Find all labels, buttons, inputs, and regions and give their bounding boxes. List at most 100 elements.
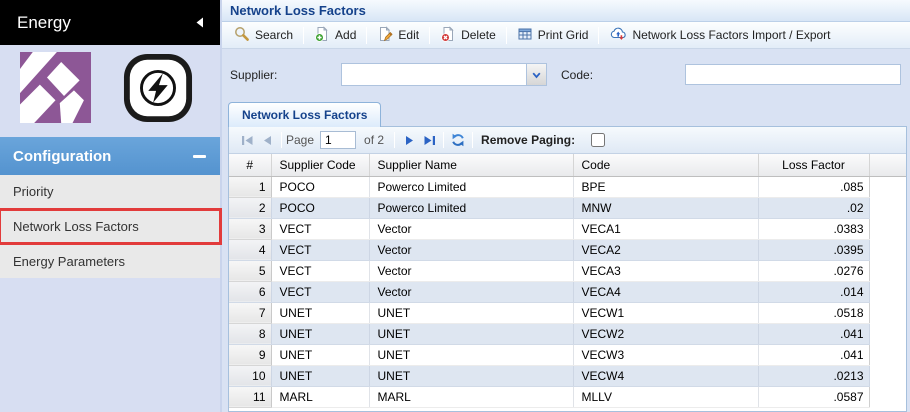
cell-filler xyxy=(869,218,906,239)
cell-code: VECW3 xyxy=(573,344,759,366)
delete-button[interactable]: Delete xyxy=(432,24,504,47)
cell-loss-factor: .041 xyxy=(758,344,870,366)
page-number-input[interactable] xyxy=(320,131,357,149)
next-page-button[interactable] xyxy=(399,130,419,150)
collapse-left-icon[interactable] xyxy=(195,13,204,33)
table-row[interactable]: 11 MARL MARL MLLV .0587 xyxy=(229,386,906,408)
column-header-supplier-code[interactable]: Supplier Code xyxy=(271,154,370,177)
cell-filler xyxy=(869,260,906,281)
sidebar-item-network-loss-factors[interactable]: Network Loss Factors xyxy=(0,208,222,245)
first-page-button[interactable] xyxy=(237,130,257,150)
add-button[interactable]: Add xyxy=(306,24,364,47)
import-export-button[interactable]: Network Loss Factors Import / Export xyxy=(601,24,838,46)
import-export-cloud-icon xyxy=(609,26,627,44)
combo-dropdown-button[interactable] xyxy=(526,64,546,85)
cell-supplier-code: UNET xyxy=(271,344,370,366)
cell-code: VECW1 xyxy=(573,302,759,324)
previous-page-button[interactable] xyxy=(257,130,277,150)
column-header-number[interactable]: # xyxy=(229,154,272,177)
cell-row-number: 2 xyxy=(229,197,272,219)
column-header-loss-factor[interactable]: Loss Factor xyxy=(758,154,870,177)
sidebar-item-priority[interactable]: Priority xyxy=(0,175,220,208)
table-row[interactable]: 5 VECT Vector VECA3.0276 xyxy=(229,260,906,282)
page-label: Page xyxy=(286,133,315,147)
cell-supplier-code: POCO xyxy=(271,176,370,198)
toolbar-separator xyxy=(429,26,431,44)
cell-filler xyxy=(869,239,906,260)
remove-paging-label: Remove Paging: xyxy=(481,133,576,147)
cell-supplier-code: VECT xyxy=(271,239,370,261)
cell-row-number: 3 xyxy=(229,218,272,240)
collapse-minus-icon[interactable] xyxy=(193,154,206,158)
cell-supplier-name: UNET xyxy=(369,365,574,387)
cell-row-number: 4 xyxy=(229,239,272,261)
filter-row: Supplier: Code: xyxy=(222,49,910,100)
cell-supplier-name: Vector xyxy=(369,239,574,261)
toolbar-separator xyxy=(303,26,305,44)
energy-app-logo-icon xyxy=(16,52,95,126)
cell-loss-factor: .041 xyxy=(758,323,870,345)
cell-row-number: 9 xyxy=(229,344,272,366)
sidebar-header: Energy xyxy=(0,0,220,45)
cell-loss-factor: .0395 xyxy=(758,239,870,261)
refresh-icon[interactable] xyxy=(448,130,468,150)
cell-loss-factor: .0587 xyxy=(758,386,870,408)
tab-network-loss-factors[interactable]: Network Loss Factors xyxy=(228,102,382,127)
configuration-label: Configuration xyxy=(13,147,112,165)
table-row[interactable]: 6 VECT Vector VECA4.014 xyxy=(229,281,906,303)
cell-supplier-name: MARL xyxy=(369,386,574,408)
cell-supplier-code: POCO xyxy=(271,197,370,219)
table-row[interactable]: 10 UNET UNET VECW4.0213 xyxy=(229,365,906,387)
cell-code: VECW2 xyxy=(573,323,759,345)
supplier-combobox-value[interactable] xyxy=(342,64,526,85)
cell-code: VECW4 xyxy=(573,365,759,387)
cell-code: MLLV xyxy=(573,386,759,408)
supplier-combobox[interactable] xyxy=(341,63,547,86)
cell-filler xyxy=(869,281,906,302)
table-row[interactable]: 3 VECT Vector VECA1.0383 xyxy=(229,218,906,240)
cell-supplier-name: Vector xyxy=(369,281,574,303)
table-row[interactable]: 2 POCO Powerco Limited MNW .02 xyxy=(229,197,906,219)
cell-supplier-name: UNET xyxy=(369,302,574,324)
sidebar-item-energy-parameters[interactable]: Energy Parameters xyxy=(0,245,220,278)
table-row[interactable]: 7 UNET UNET VECW1.0518 xyxy=(229,302,906,324)
table-row[interactable]: 8 UNET UNET VECW2.041 xyxy=(229,323,906,345)
cell-filler xyxy=(869,344,906,365)
table-row[interactable]: 1 POCO Powerco Limited BPE .085 xyxy=(229,176,906,198)
configuration-section-header[interactable]: Configuration xyxy=(0,137,220,175)
cell-code: VECA3 xyxy=(573,260,759,282)
remove-paging-checkbox[interactable] xyxy=(591,133,606,147)
loss-factors-grid: # Supplier Code Supplier Name Code Loss … xyxy=(229,154,906,408)
column-header-supplier-name[interactable]: Supplier Name xyxy=(369,154,574,177)
paging-separator xyxy=(281,132,282,148)
page-count-label: of 2 xyxy=(364,133,385,147)
toolbar-separator xyxy=(505,26,507,44)
search-icon xyxy=(234,26,250,45)
cell-supplier-code: MARL xyxy=(271,386,370,408)
last-page-button[interactable] xyxy=(419,130,439,150)
cell-supplier-name: Powerco Limited xyxy=(369,176,574,198)
cell-filler xyxy=(869,197,906,218)
logo-area xyxy=(0,45,220,125)
print-grid-icon xyxy=(517,26,533,45)
edit-button[interactable]: Edit xyxy=(369,24,427,47)
paging-separator xyxy=(472,132,474,148)
cell-filler xyxy=(869,176,906,197)
delete-icon xyxy=(440,25,456,45)
cell-row-number: 5 xyxy=(229,260,272,282)
print-grid-button[interactable]: Print Grid xyxy=(509,24,597,47)
cell-loss-factor: .0276 xyxy=(758,260,870,282)
sidebar: Energy Configuration Priority Network Lo… xyxy=(0,0,222,412)
paging-separator xyxy=(443,132,445,148)
grid-body: 1 POCO Powerco Limited BPE .085 2 POCO Powerco … xyxy=(229,176,906,408)
page-title: Network Loss Factors xyxy=(222,0,910,22)
cell-row-number: 7 xyxy=(229,302,272,324)
toolbar-separator xyxy=(366,26,368,44)
cell-supplier-code: VECT xyxy=(271,281,370,303)
table-row[interactable]: 4 VECT Vector VECA2.0395 xyxy=(229,239,906,261)
table-row[interactable]: 9 UNET UNET VECW3.041 xyxy=(229,344,906,366)
code-input[interactable] xyxy=(685,64,901,85)
search-button[interactable]: Search xyxy=(226,24,301,47)
column-header-code[interactable]: Code xyxy=(573,154,759,177)
cell-row-number: 8 xyxy=(229,323,272,345)
